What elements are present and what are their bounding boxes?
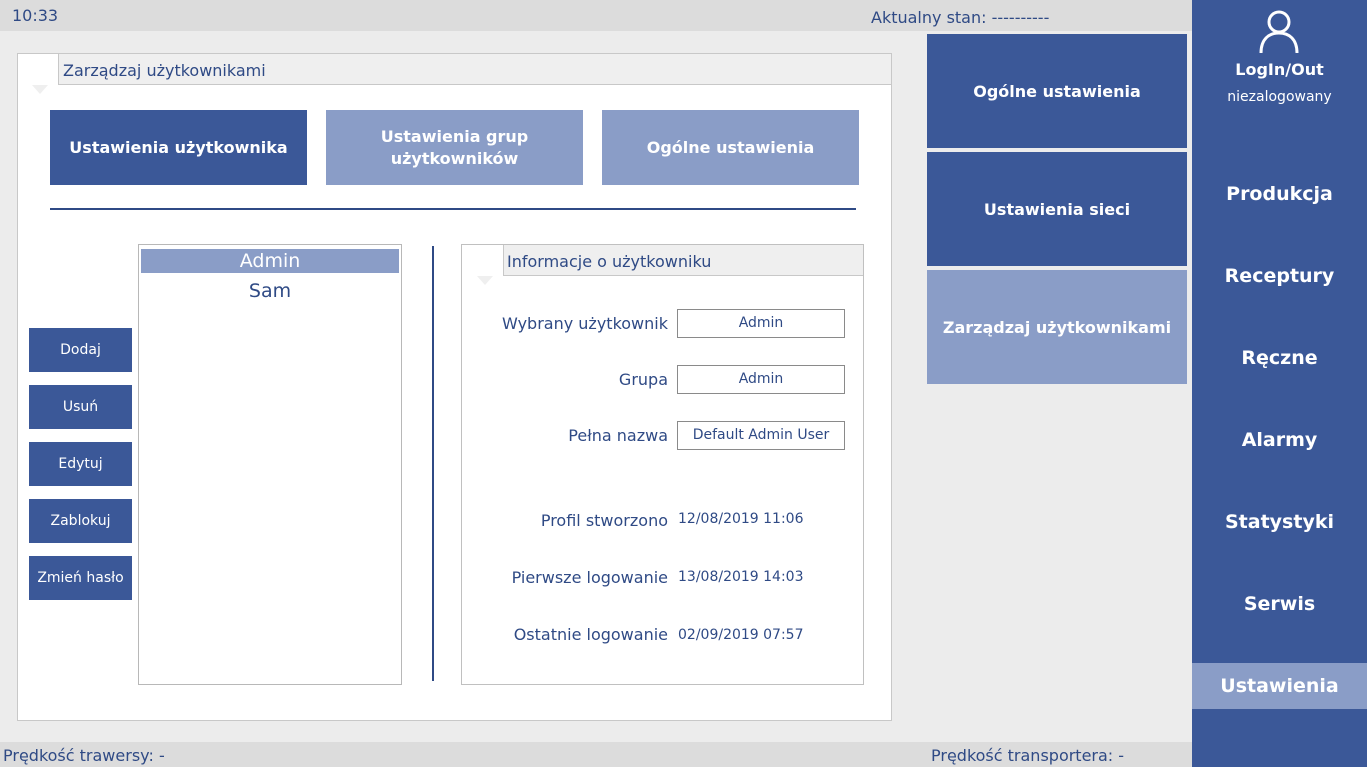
info-header-tab xyxy=(462,245,504,276)
clock: 10:33 xyxy=(12,6,59,25)
selected-user-label: Wybrany użytkownik xyxy=(502,314,668,333)
lock-user-button[interactable]: Zablokuj xyxy=(29,499,132,543)
group-label: Grupa xyxy=(618,370,668,389)
nav-item-manual[interactable]: Ręczne xyxy=(1192,335,1367,381)
nav-item-alarms[interactable]: Alarmy xyxy=(1192,417,1367,463)
tab-user-settings[interactable]: Ustawienia użytkownika xyxy=(50,110,307,185)
profile-created-label: Profil stworzono xyxy=(540,511,668,530)
traverse-speed: Prędkość trawersy: - xyxy=(3,746,165,765)
first-login-value: 13/08/2019 14:03 xyxy=(678,569,804,585)
tab-group-settings[interactable]: Ustawienia grup użytkowników xyxy=(326,110,583,185)
selected-user-field[interactable]: Admin xyxy=(677,309,845,338)
last-login-label: Ostatnie logowanie xyxy=(513,625,668,644)
edit-user-button[interactable]: Edytuj xyxy=(29,442,132,486)
full-name-label: Pełna nazwa xyxy=(568,426,668,445)
list-item[interactable]: Admin xyxy=(141,249,399,273)
panel-header-tab xyxy=(18,54,59,85)
tab-general-settings[interactable]: Ogólne ustawienia xyxy=(602,110,859,185)
profile-created-value: 12/08/2019 11:06 xyxy=(678,511,804,527)
status-label: Aktualny stan: xyxy=(871,8,987,27)
info-header-notch xyxy=(477,276,493,285)
nav-item-recipes[interactable]: Receptury xyxy=(1192,253,1367,299)
user-list[interactable]: Admin Sam xyxy=(138,244,402,685)
vertical-divider xyxy=(432,246,434,681)
submenu-general-settings[interactable]: Ogólne ustawienia xyxy=(927,34,1187,148)
nav-item-service[interactable]: Serwis xyxy=(1192,581,1367,627)
tabs-divider xyxy=(50,208,856,210)
user-icon[interactable] xyxy=(1257,8,1301,54)
status-value: ---------- xyxy=(991,8,1050,27)
panel-header-notch xyxy=(32,85,48,94)
conveyor-speed: Prędkość transportera: - xyxy=(931,746,1124,765)
nav-item-settings[interactable]: Ustawienia xyxy=(1192,663,1367,709)
user-info-title: Informacje o użytkowniku xyxy=(507,252,712,271)
traverse-speed-label: Prędkość trawersy: xyxy=(3,746,154,765)
page-title: Zarządzaj użytkownikami xyxy=(63,61,266,80)
last-login-value: 02/09/2019 07:57 xyxy=(678,627,804,643)
group-field[interactable]: Admin xyxy=(677,365,845,394)
main-navigation xyxy=(1192,0,1367,767)
submenu-manage-users[interactable]: Zarządzaj użytkownikami xyxy=(927,270,1187,384)
remove-user-button[interactable]: Usuń xyxy=(29,385,132,429)
conveyor-speed-label: Prędkość transportera: xyxy=(931,746,1114,765)
nav-item-statistics[interactable]: Statystyki xyxy=(1192,499,1367,545)
full-name-field[interactable]: Default Admin User xyxy=(677,421,845,450)
traverse-speed-value: - xyxy=(158,746,165,765)
list-item[interactable]: Sam xyxy=(141,279,399,303)
nav-item-production[interactable]: Produkcja xyxy=(1192,171,1367,217)
login-status: niezalogowany xyxy=(1227,89,1332,105)
machine-status: Aktualny stan: ---------- xyxy=(871,8,1049,27)
change-password-button[interactable]: Zmień hasło xyxy=(29,556,132,600)
first-login-label: Pierwsze logowanie xyxy=(511,568,668,587)
submenu-network-settings[interactable]: Ustawienia sieci xyxy=(927,152,1187,266)
add-user-button[interactable]: Dodaj xyxy=(29,328,132,372)
login-button[interactable]: LogIn/Out xyxy=(1192,60,1367,79)
conveyor-speed-value: - xyxy=(1118,746,1125,765)
